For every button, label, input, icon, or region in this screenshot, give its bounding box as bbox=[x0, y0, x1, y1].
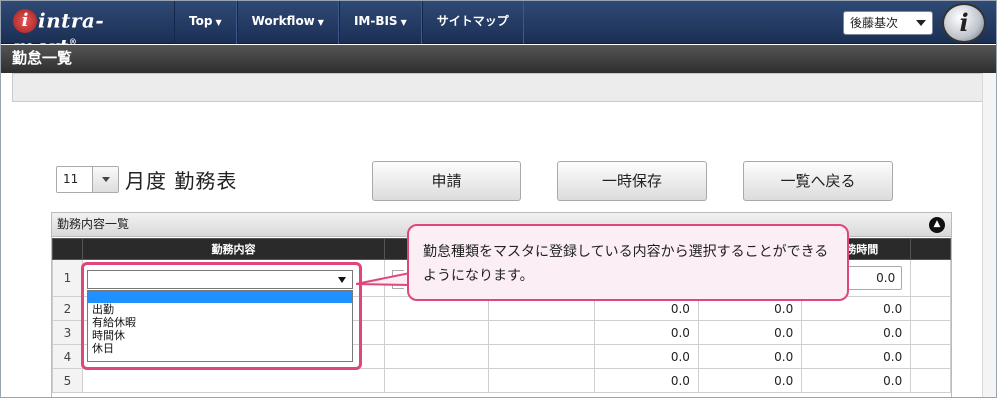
value-cell: 0.0 bbox=[801, 344, 912, 369]
callout-pointer bbox=[356, 271, 410, 287]
toolbar-strip bbox=[12, 73, 996, 102]
highlight-frame bbox=[81, 262, 362, 370]
col-header-content[interactable]: 勤務内容 bbox=[81, 238, 386, 260]
logo-mark: i bbox=[13, 8, 37, 33]
row-number: 5 bbox=[52, 368, 83, 393]
cell bbox=[910, 296, 951, 321]
month-title: 月度 勤務表 bbox=[125, 169, 238, 193]
value-cell: 0.0 bbox=[593, 344, 699, 369]
value-cell: 0.0 bbox=[801, 368, 912, 393]
value-cell: 0.0 bbox=[697, 320, 803, 345]
explanation-callout: 勤怠種類をマスタに登録している内容から選択することができるようになります。 bbox=[407, 224, 849, 301]
month-select-button[interactable] bbox=[92, 167, 118, 192]
col-header-blank bbox=[910, 238, 951, 260]
content-cell[interactable] bbox=[81, 368, 386, 393]
row-number: 1 bbox=[52, 259, 83, 297]
vertical-scrollbar[interactable] bbox=[982, 73, 996, 397]
page-title: 勤怠一覧 bbox=[1, 45, 996, 73]
value-cell: 0.0 bbox=[593, 320, 699, 345]
cell bbox=[910, 344, 951, 369]
chevron-down-icon: ▼ bbox=[317, 18, 324, 27]
collapse-icon[interactable]: ▲ bbox=[929, 217, 945, 233]
user-menu-select[interactable]: 後藤基次 bbox=[843, 11, 933, 35]
apply-button[interactable]: 申請 bbox=[372, 161, 521, 201]
caret-down-icon bbox=[916, 20, 926, 26]
month-value: 11 bbox=[63, 172, 79, 186]
nav-top-label: Top bbox=[189, 14, 213, 28]
value-cell: 0.0 bbox=[697, 368, 803, 393]
cell bbox=[910, 368, 951, 393]
nav-sitemap[interactable]: サイトマップ bbox=[421, 1, 524, 44]
row-number: 2 bbox=[52, 296, 83, 321]
cell bbox=[384, 320, 490, 345]
chevron-down-icon: ▼ bbox=[215, 18, 222, 27]
nav-im-bis[interactable]: IM-BIS ▼ bbox=[338, 1, 422, 44]
caret-down-icon bbox=[102, 177, 110, 182]
app-window: iintra-mart® Top▼ Workflow▼ IM-BIS▼ サイトマ… bbox=[0, 0, 997, 398]
nav-workflow-label: Workflow bbox=[251, 14, 315, 28]
row-number: 3 bbox=[52, 320, 83, 345]
cell bbox=[384, 368, 490, 393]
nav-im-bis-label: IM-BIS bbox=[353, 14, 398, 28]
value-cell: 0.0 bbox=[801, 320, 912, 345]
cell bbox=[910, 259, 951, 297]
panel-title: 勤務内容一覧 bbox=[57, 217, 130, 231]
cell bbox=[488, 320, 595, 345]
cell bbox=[488, 344, 595, 369]
temp-save-button[interactable]: 一時保存 bbox=[557, 161, 707, 201]
nav-sitemap-label: サイトマップ bbox=[436, 14, 509, 28]
user-name: 後藤基次 bbox=[850, 16, 899, 30]
user-avatar-icon[interactable]: i bbox=[942, 3, 986, 43]
col-header-num bbox=[52, 238, 83, 260]
table-row: 5 0.0 0.0 0.0 bbox=[52, 368, 951, 393]
cell bbox=[910, 320, 951, 345]
back-to-list-button[interactable]: 一覧へ戻る bbox=[743, 161, 893, 201]
nav-workflow[interactable]: Workflow ▼ bbox=[236, 1, 339, 44]
top-nav-bar: iintra-mart® Top▼ Workflow▼ IM-BIS▼ サイトマ… bbox=[1, 1, 996, 58]
cell bbox=[384, 344, 490, 369]
row-number: 4 bbox=[52, 344, 83, 369]
intra-mart-logo[interactable]: iintra-mart® bbox=[13, 7, 163, 58]
month-select[interactable]: 11 bbox=[56, 166, 119, 193]
chevron-down-icon: ▼ bbox=[400, 18, 407, 27]
global-nav: Top ▼ Workflow ▼ IM-BIS ▼ サイトマップ bbox=[174, 1, 524, 44]
value-cell: 0.0 bbox=[697, 344, 803, 369]
nav-top[interactable]: Top ▼ bbox=[174, 1, 237, 44]
cell bbox=[488, 368, 595, 393]
value-cell: 0.0 bbox=[593, 368, 699, 393]
